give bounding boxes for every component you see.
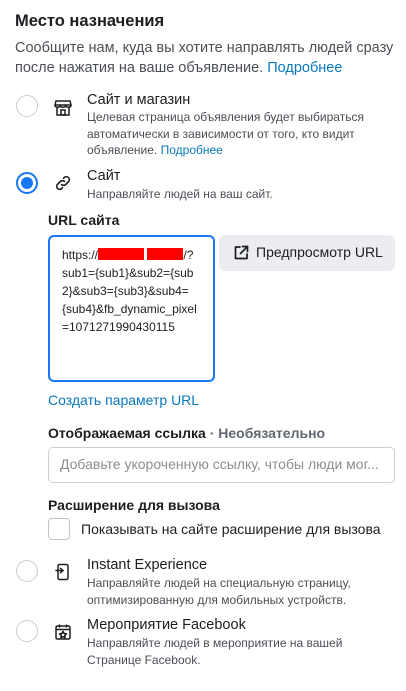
url-prefix: https:// (62, 248, 99, 262)
display-link-label-text: Отображаемая ссылка (48, 425, 206, 441)
url-text: https:// /?sub1={sub1}&sub2={sub2}&sub3=… (62, 246, 197, 336)
redacted-block (147, 248, 184, 260)
storefront-icon (53, 98, 73, 118)
display-link-field[interactable] (48, 447, 395, 483)
preview-url-button[interactable]: Предпросмотр URL (219, 235, 395, 271)
radio-site-and-shop[interactable] (16, 95, 38, 117)
url-textarea[interactable]: https:// /?sub1={sub1}&sub2={sub2}&sub3=… (48, 235, 215, 382)
learn-more-link[interactable]: Подробнее (267, 60, 342, 76)
option-description-facebook-event: Направляйте людей в мероприятие на вашей… (87, 636, 343, 667)
calendar-star-icon (53, 622, 73, 642)
create-url-parameter-link[interactable]: Создать параметр URL (48, 392, 199, 408)
redacted-block (98, 248, 145, 260)
option-title-facebook-event: Мероприятие Facebook (87, 617, 246, 633)
site-and-shop-learn-more-link[interactable]: Подробнее (161, 143, 223, 157)
call-extension-label: Расширение для вызова (48, 497, 220, 513)
label-separator: · (205, 425, 219, 441)
optional-tag: Необязательно (218, 425, 326, 441)
mobile-document-icon (53, 562, 73, 582)
option-description-website: Направляйте людей на ваш сайт. (87, 187, 273, 201)
radio-instant-experience[interactable] (16, 560, 38, 582)
link-icon (53, 173, 73, 193)
call-extension-checkbox[interactable] (48, 518, 70, 540)
url-field-label: URL сайта (48, 212, 120, 228)
option-title-website: Сайт (87, 168, 121, 184)
option-description-instant-experience: Направляйте людей на специальную страниц… (87, 576, 351, 607)
call-extension-checkbox-label[interactable]: Показывать на сайте расширение для вызов… (81, 521, 381, 537)
section-description: Сообщите нам, куда вы хотите направлять … (15, 38, 395, 78)
radio-facebook-event[interactable] (16, 620, 38, 642)
preview-url-label: Предпросмотр URL (256, 244, 383, 260)
display-link-label: Отображаемая ссылка · Необязательно (48, 425, 325, 441)
display-link-input[interactable] (60, 456, 380, 472)
option-title-site-and-shop: Сайт и магазин (87, 92, 191, 108)
section-title: Место назначения (15, 12, 165, 30)
option-title-instant-experience: Instant Experience (87, 557, 208, 573)
option-description-site-and-shop-text: Целевая страница объявления будет выбира… (87, 110, 364, 157)
option-description-site-and-shop: Целевая страница объявления будет выбира… (87, 109, 387, 159)
external-open-icon (232, 244, 250, 262)
radio-website[interactable] (16, 172, 38, 194)
